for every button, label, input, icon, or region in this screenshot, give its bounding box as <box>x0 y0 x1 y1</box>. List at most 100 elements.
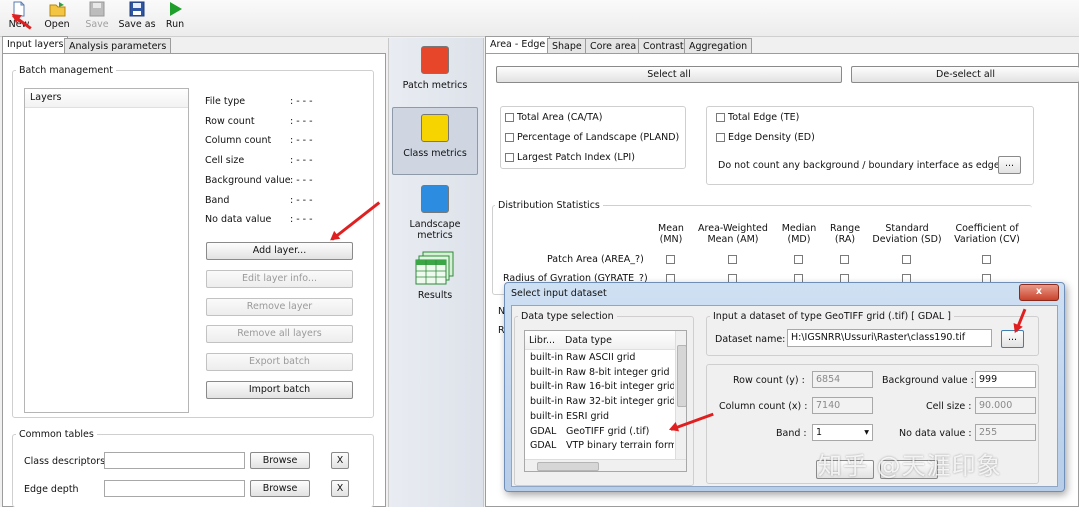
tab-area-edge[interactable]: Area - Edge <box>485 36 551 53</box>
background-value-input[interactable]: 999 <box>975 371 1036 388</box>
horizontal-scroll-thumb[interactable] <box>537 462 599 471</box>
class-descriptors-clear-button[interactable]: X <box>331 452 349 469</box>
data-type-column-header[interactable]: Data type <box>565 335 612 346</box>
export-batch-button[interactable]: Export batch <box>206 353 353 371</box>
edge-metric-checkbox-1[interactable] <box>716 133 725 142</box>
run-button[interactable]: Run <box>158 1 192 30</box>
edge-depth-input[interactable] <box>104 480 245 497</box>
data-type-row-6[interactable]: GDAL VTP binary terrain forma <box>526 439 674 453</box>
results-button[interactable]: Results <box>392 246 478 314</box>
select-all-button[interactable]: Select all <box>496 66 842 83</box>
data-type-row-0[interactable]: built-in Raw ASCII grid <box>526 351 674 365</box>
edge-depth-label: Edge depth <box>24 484 79 495</box>
data-type-row-3[interactable]: built-in Raw 32-bit integer grid <box>526 395 674 409</box>
save-button[interactable]: Save <box>80 1 114 30</box>
dataset-name-input[interactable]: H:\IGSNRR\Ussuri\Raster\class190.tif <box>787 329 992 347</box>
edge-depth-browse-button[interactable]: Browse <box>250 480 310 497</box>
class-metrics-icon <box>421 114 449 142</box>
column-count-field: 7140 <box>812 397 873 414</box>
open-button[interactable]: Open <box>40 1 74 30</box>
class-descriptors-input[interactable] <box>104 452 245 469</box>
dist-checkbox-0-3[interactable] <box>840 255 849 264</box>
data-type-horizontal-scrollbar[interactable] <box>525 459 686 471</box>
remove-all-layers-button[interactable]: Remove all layers <box>206 325 353 343</box>
dist-checkbox-0-4[interactable] <box>902 255 911 264</box>
band-label: Band : <box>776 428 807 439</box>
edge-depth-settings-button[interactable]: ... <box>998 156 1021 174</box>
band-select[interactable]: 1 ▾ <box>812 424 873 441</box>
area-metric-label-2: Largest Patch Index (LPI) <box>517 152 635 163</box>
class-metrics-button[interactable]: Class metrics <box>392 107 478 175</box>
library-column-header[interactable]: Libr... <box>529 335 555 346</box>
data-type-row-1[interactable]: built-in Raw 8-bit integer grid <box>526 366 674 380</box>
cell-size-label: Cell size : <box>926 401 972 412</box>
input-dataset-title: Input a dataset of type GeoTIFF grid (.t… <box>710 311 954 322</box>
tab-shape[interactable]: Shape <box>547 38 587 53</box>
background-value-label: Background value : <box>882 375 974 386</box>
prop-label-1: Row count <box>205 115 255 127</box>
dist-checkbox-0-2[interactable] <box>794 255 803 264</box>
edge-depth-clear-button[interactable]: X <box>331 480 349 497</box>
dialog-close-button[interactable]: x <box>1019 284 1059 301</box>
prop-label-3: Cell size <box>205 155 245 167</box>
data-type-row-4[interactable]: built-in ESRI grid <box>526 410 674 424</box>
import-batch-button[interactable]: Import batch <box>206 381 353 399</box>
edge-metric-label-0: Total Edge (TE) <box>728 112 800 123</box>
data-type-row-5[interactable]: GDAL GeoTIFF grid (.tif) <box>526 424 674 439</box>
layers-list-header: Layers <box>25 89 188 108</box>
prop-label-0: File type <box>205 96 246 107</box>
run-play-icon <box>167 1 183 17</box>
area-metric-checkbox-2[interactable] <box>505 153 514 162</box>
prop-value-2: : - - - <box>290 135 313 147</box>
area-metric-checkbox-0[interactable] <box>505 113 514 122</box>
dist-checkbox-0-0[interactable] <box>666 255 675 264</box>
tab-contrast[interactable]: Contrast <box>638 38 689 53</box>
prop-value-1: : - - - <box>290 115 313 127</box>
edge-background-note: Do not count any background / boundary i… <box>718 160 1003 171</box>
tab-analysis-parameters[interactable]: Analysis parameters <box>64 38 172 53</box>
save-as-disk-icon <box>129 1 145 17</box>
prop-value-0: : - - - <box>290 96 313 107</box>
data-type-selection-title: Data type selection <box>518 311 617 322</box>
column-count-label: Column count (x) : <box>719 401 808 412</box>
tab-core-area[interactable]: Core area <box>585 38 642 53</box>
prop-label-2: Column count <box>205 135 272 147</box>
prop-value-4: : - - - <box>290 174 313 186</box>
landscape-metrics-icon <box>421 185 449 213</box>
no-data-value-label: No data value : <box>899 428 972 439</box>
edit-layer-info-button[interactable]: Edit layer info... <box>206 270 353 288</box>
layers-list[interactable]: Layers <box>24 88 189 413</box>
row-count-label: Row count (y) : <box>733 375 805 386</box>
tab-aggregation[interactable]: Aggregation <box>684 38 753 53</box>
prop-label-6: No data value <box>205 214 272 226</box>
add-layer-button[interactable]: Add layer... <box>206 242 353 260</box>
data-type-row-2[interactable]: built-in Raw 16-bit integer grid <box>526 380 674 394</box>
distribution-statistics-title: Distribution Statistics <box>495 200 603 211</box>
edge-metric-checkbox-0[interactable] <box>716 113 725 122</box>
dataset-browse-button[interactable]: ... <box>1001 330 1024 348</box>
row-count-field: 6854 <box>812 371 873 388</box>
save-disk-icon <box>89 1 105 17</box>
chevron-down-icon: ▾ <box>864 427 869 438</box>
data-type-list-header: Libr... Data type <box>525 331 675 350</box>
dist-checkbox-0-5[interactable] <box>982 255 991 264</box>
tab-input-layers[interactable]: Input layers <box>2 36 69 53</box>
remove-layer-button[interactable]: Remove layer <box>206 298 353 316</box>
results-grid-icon <box>415 250 455 286</box>
watermark-text: 知乎 @天涯印象 <box>818 452 1002 480</box>
prop-label-4: Background value <box>205 174 291 186</box>
edge-metric-label-1: Edge Density (ED) <box>728 132 815 143</box>
data-type-vertical-scrollbar[interactable] <box>675 331 686 459</box>
dataset-name-label: Dataset name: <box>715 334 786 345</box>
class-descriptors-label: Class descriptors <box>24 456 106 467</box>
no-data-value-field: 255 <box>975 424 1036 441</box>
dist-checkbox-0-1[interactable] <box>728 255 737 264</box>
landscape-metrics-button[interactable]: Landscape metrics <box>392 179 478 247</box>
data-type-list[interactable]: Libr... Data type built-in Raw ASCII grid… <box>524 330 687 472</box>
class-descriptors-browse-button[interactable]: Browse <box>250 452 310 469</box>
deselect-all-button[interactable]: De-select all <box>851 66 1079 83</box>
vertical-scroll-thumb[interactable] <box>677 345 686 407</box>
area-metric-checkbox-1[interactable] <box>505 133 514 142</box>
patch-metrics-button[interactable]: Patch metrics <box>392 40 478 108</box>
save-as-button[interactable]: Save as <box>116 1 158 30</box>
